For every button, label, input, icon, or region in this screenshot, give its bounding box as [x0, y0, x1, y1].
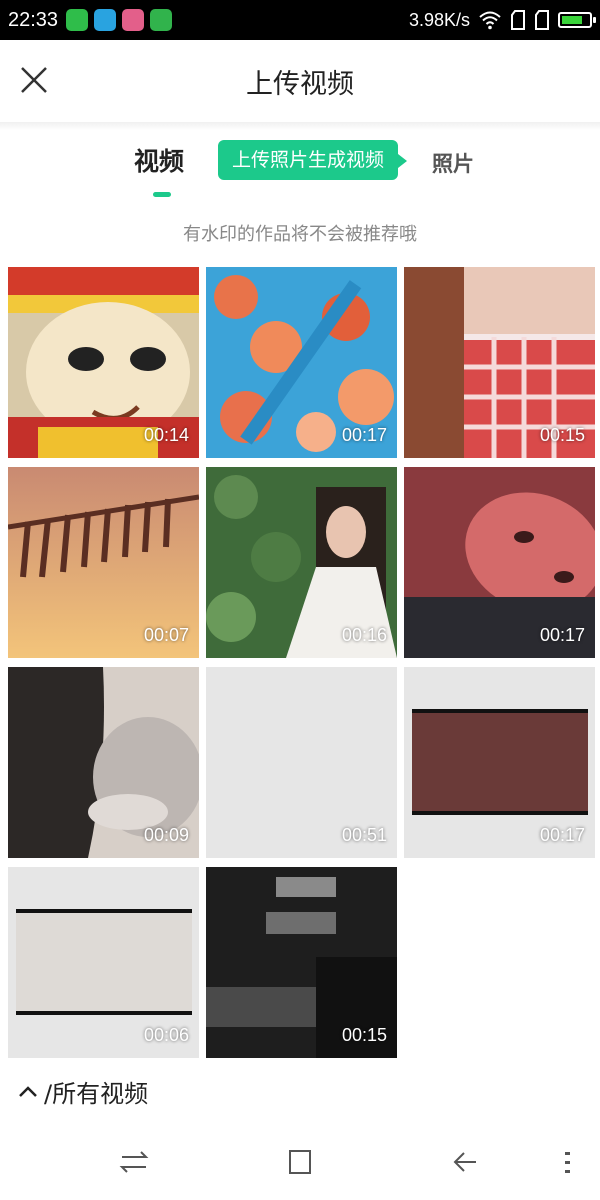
video-duration: 00:15: [539, 425, 585, 445]
album-selector-label: /所有视频: [44, 1080, 149, 1108]
title-bar: 上传视频: [0, 40, 600, 122]
battery-icon: [558, 12, 596, 28]
video-thumbnail[interactable]: 00:17: [206, 267, 397, 458]
network-speed: 3.98K/s: [408, 9, 470, 30]
wechat-app-icon: [66, 9, 89, 31]
video-thumbnail[interactable]: 00:51: [206, 667, 397, 858]
video-duration: 00:17: [539, 825, 585, 845]
video-duration: 00:51: [341, 825, 387, 845]
video-thumbnail[interactable]: 00:15: [404, 267, 595, 458]
watermark-notice: 有水印的作品将不会被推荐哦: [183, 224, 417, 245]
video-duration: 00:07: [143, 625, 189, 645]
video-thumbnail[interactable]: 00:15: [206, 867, 397, 1058]
tab-video-indicator: [153, 192, 171, 197]
chevron-up-icon: [19, 1085, 37, 1097]
gallery-app-icon: [122, 9, 145, 31]
video-duration: 00:17: [539, 625, 585, 645]
back-icon[interactable]: [446, 1142, 486, 1182]
tab-video[interactable]: 视频: [134, 142, 184, 178]
page-title: 上传视频: [246, 69, 354, 100]
video-duration: 00:14: [143, 425, 189, 445]
sim2-icon: [535, 10, 549, 30]
video-duration: 00:06: [143, 1025, 189, 1045]
media-tabs: 视频 上传照片生成视频 照片: [0, 136, 600, 206]
video-duration: 00:16: [341, 625, 387, 645]
status-right: 3.98K/s: [408, 9, 596, 31]
tab-photo[interactable]: 照片: [432, 148, 474, 178]
sim1-icon: [511, 10, 525, 30]
video-thumbnail[interactable]: 00:09: [8, 667, 199, 858]
video-duration: 00:15: [341, 1025, 387, 1045]
home-icon[interactable]: [280, 1142, 320, 1182]
video-duration: 00:09: [143, 825, 189, 845]
usb-icon: [150, 9, 173, 31]
video-duration: 00:17: [341, 425, 387, 445]
video-thumbnail[interactable]: 00:07: [8, 467, 199, 658]
photo-to-video-tooltip-button[interactable]: 上传照片生成视频: [218, 140, 408, 180]
video-thumbnail[interactable]: 00:16: [206, 467, 397, 658]
switch-apps-icon[interactable]: [114, 1142, 154, 1182]
video-thumbnail[interactable]: 00:14: [8, 267, 199, 458]
divider: [0, 122, 600, 130]
album-selector[interactable]: /所有视频: [16, 1074, 148, 1109]
system-nav-bar: [0, 1120, 600, 1200]
status-bar: 22:33 3.98K/s: [0, 0, 600, 40]
status-time: 22:33: [8, 8, 59, 31]
video-thumbnail[interactable]: 00:17: [404, 467, 595, 658]
menu-icon[interactable]: [548, 1142, 588, 1182]
wifi-icon: [479, 11, 501, 30]
video-thumbnail[interactable]: 00:06: [8, 867, 199, 1058]
video-thumbnail[interactable]: 00:17: [404, 667, 595, 858]
browser-app-icon: [94, 9, 117, 31]
